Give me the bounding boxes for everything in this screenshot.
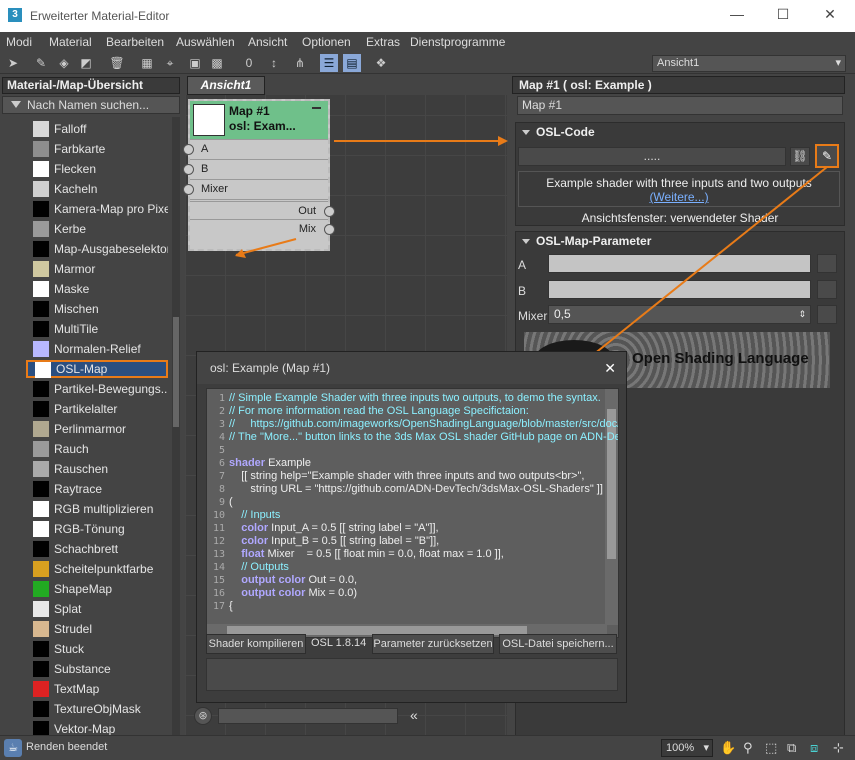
line-number: 15	[212, 575, 225, 586]
line-number: 16	[212, 588, 225, 599]
code-text: // The "More..." button links to the 3ds…	[229, 431, 619, 443]
view-bottom-bar: ⊛ «	[192, 705, 432, 727]
compile-output	[206, 658, 618, 691]
code-text: // https://github.com/imageworks/OpenSha…	[229, 418, 619, 430]
code-line: shader Example	[229, 457, 311, 469]
code-text: Example	[265, 457, 311, 469]
line-number: 7	[218, 471, 225, 482]
frame-selected-icon[interactable]: ⧈	[810, 740, 818, 756]
line-number: 4	[218, 432, 225, 443]
compile-button[interactable]: Shader kompilieren	[206, 634, 306, 654]
line-number: 2	[218, 406, 225, 417]
code-text: {	[229, 600, 233, 612]
code-line: output color Mix = 0.0)	[229, 587, 357, 599]
code-line: string URL = "https://github.com/ADN-Dev…	[229, 483, 603, 495]
code-keyword: output color	[229, 587, 306, 599]
status-bar: ☕ Renden beendet 100% ▾ ✋ ⚲ ⬚ ⧉ ⧈ ⊹	[0, 735, 855, 760]
code-text: [[ string help="Example shader with thre…	[229, 470, 585, 482]
code-line: float Mixer = 0.5 [[ float min = 0.0, fl…	[229, 548, 504, 560]
code-window-header: osl: Example (Map #1) ✕	[197, 352, 626, 384]
code-text: // Outputs	[229, 561, 289, 573]
code-line: {	[229, 600, 233, 612]
code-text: // Inputs	[229, 509, 281, 521]
code-line: color Input_B = 0.5 [[ string label = "B…	[229, 535, 439, 547]
code-text: Out = 0.0,	[305, 574, 358, 586]
save-osl-button[interactable]: OSL-Datei speichern...	[499, 634, 617, 654]
zoom-region-icon[interactable]: ⬚	[765, 740, 777, 756]
line-number: 5	[218, 445, 225, 456]
code-text: (	[229, 496, 233, 508]
zoom-value: 100%	[666, 742, 695, 754]
status-text: Renden beendet	[26, 741, 108, 753]
code-keyword: color	[229, 535, 269, 547]
code-text: Mixer = 0.5 [[ float min = 0.0, float ma…	[264, 548, 504, 560]
code-editor[interactable]: 1 // Simple Example Shader with three inp…	[206, 388, 619, 638]
arrow-line	[235, 238, 297, 256]
line-number: 17	[212, 601, 225, 612]
line-number: 6	[218, 458, 225, 469]
line-number: 10	[212, 510, 225, 521]
line-number: 13	[212, 549, 225, 560]
line-number: 8	[218, 484, 225, 495]
code-line: (	[229, 496, 233, 508]
chevron-down-icon: ▾	[703, 742, 709, 754]
code-line: // Inputs	[229, 509, 280, 521]
code-line: // Simple Example Shader with three inpu…	[229, 392, 601, 404]
code-text: Input_B = 0.5 [[ string label = "B"]],	[268, 535, 440, 547]
code-line: [[ string help="Example shader with thre…	[229, 470, 584, 482]
code-keyword: shader	[229, 457, 266, 469]
code-text: Input_A = 0.5 [[ string label = "A"]],	[268, 522, 439, 534]
code-line: // For more information read the OSL Lan…	[229, 405, 529, 417]
render-teapot-icon[interactable]: ☕	[4, 739, 22, 757]
code-line: // https://github.com/imageworks/OpenSha…	[229, 418, 619, 430]
zoom-select[interactable]: 100% ▾	[661, 739, 713, 757]
code-line: output color Out = 0.0,	[229, 574, 357, 586]
line-number: 12	[212, 536, 225, 547]
reset-params-button[interactable]: Parameter zurücksetzen	[372, 634, 494, 654]
line-number: 14	[212, 562, 225, 573]
close-icon[interactable]: ✕	[604, 352, 616, 384]
osl-code-window: osl: Example (Map #1) ✕ 1 // Simple Examp…	[196, 351, 627, 703]
navigator-icon[interactable]: ⊹	[833, 740, 844, 756]
line-number: 3	[218, 419, 225, 430]
arrow-head	[498, 136, 508, 146]
zoom-icon[interactable]: ⚲	[743, 740, 753, 756]
osl-version: OSL 1.8.14	[311, 637, 367, 649]
navigate-icon[interactable]: ⊛	[194, 707, 212, 725]
code-window-title: osl: Example (Map #1)	[210, 361, 331, 375]
code-line: color Input_A = 0.5 [[ string label = "A…	[229, 522, 439, 534]
line-number: 11	[212, 523, 225, 534]
code-text: // For more information read the OSL Lan…	[229, 405, 529, 417]
frame-all-icon[interactable]: ⧉	[787, 740, 796, 756]
code-keyword: output color	[229, 574, 306, 586]
code-keyword: color	[229, 522, 269, 534]
pan-hand-icon[interactable]: ✋	[720, 740, 736, 756]
code-line: // The "More..." button links to the 3ds…	[229, 431, 619, 443]
collapse-panel-icon[interactable]: «	[410, 707, 418, 723]
view-search-field[interactable]	[218, 708, 398, 724]
code-text: Mix = 0.0)	[305, 587, 358, 599]
code-text: // Simple Example Shader with three inpu…	[229, 392, 601, 404]
line-number: 9	[218, 497, 225, 508]
code-line: // Outputs	[229, 561, 289, 573]
code-keyword: float	[229, 548, 265, 560]
line-number: 1	[218, 393, 225, 404]
code-text: string URL = "https://github.com/ADN-Dev…	[229, 483, 603, 495]
